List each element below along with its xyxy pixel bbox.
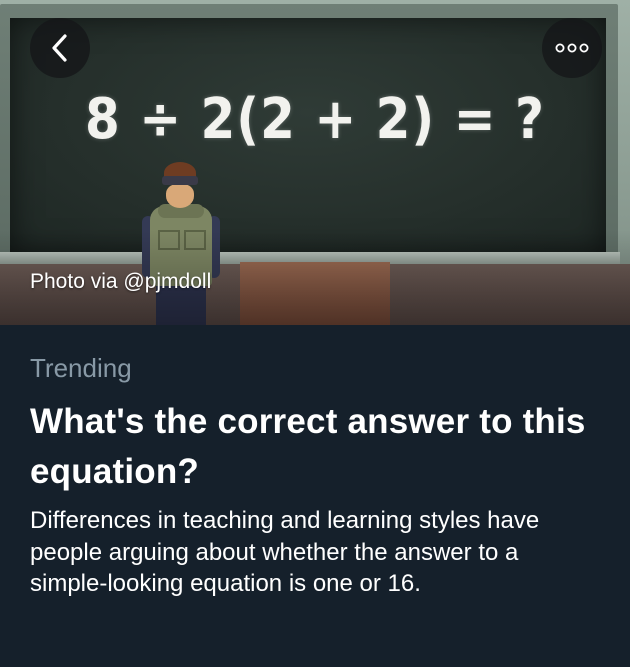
more-options-button[interactable] <box>542 18 602 78</box>
story-headline: What's the correct answer to this equati… <box>30 402 586 491</box>
story-details: Trending What's the correct answer to th… <box>0 325 630 667</box>
chevron-left-icon <box>52 34 67 62</box>
hero-image[interactable]: 8 ÷ 2(2 + 2) = ? Photo via @pjmdoll <box>0 0 630 325</box>
category-label: Trending <box>30 353 132 383</box>
chalkboard-equation: 8 ÷ 2(2 + 2) = ? <box>85 86 545 152</box>
more-horizontal-icon <box>555 43 589 53</box>
story-summary: Differences in teaching and learning sty… <box>30 507 540 597</box>
photo-credit[interactable]: Photo via @pjmdoll <box>30 270 211 294</box>
moment-screen: 8 ÷ 2(2 + 2) = ? Photo via @pjmdoll Tren… <box>0 0 630 667</box>
back-button[interactable] <box>30 18 90 78</box>
